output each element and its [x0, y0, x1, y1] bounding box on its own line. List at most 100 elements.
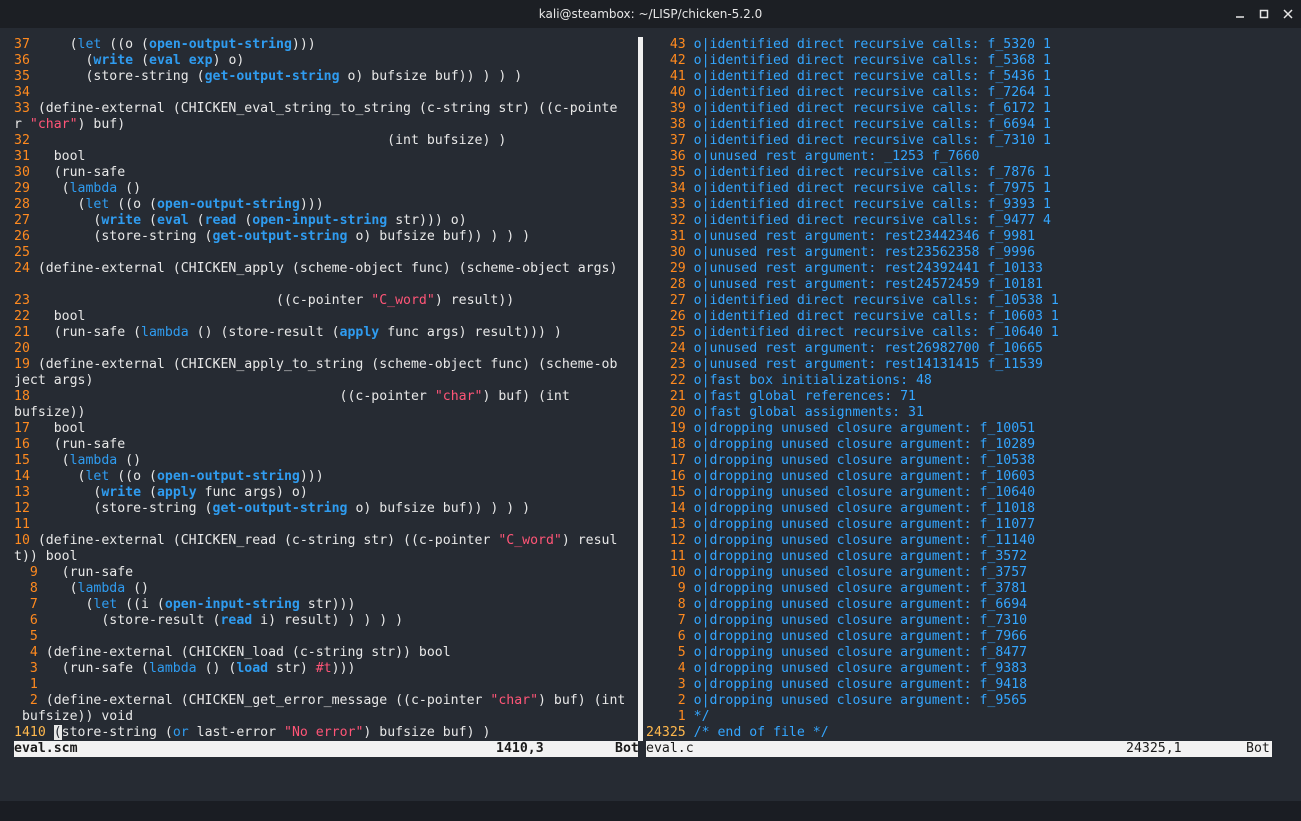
code-line: 20 o|fast global assignments: 31	[646, 405, 1272, 421]
line-number: 5	[646, 645, 686, 660]
title-bar[interactable]: kali@steambox: ~/LISP/chicken-5.2.0	[0, 0, 1301, 28]
builtin-token: load	[236, 661, 269, 676]
keyword-token: let	[77, 37, 102, 52]
comment-text: o|unused rest argument: rest23562358 f_9…	[693, 245, 1036, 260]
comment-text: o|dropping unused closure argument: f_73…	[693, 613, 1028, 628]
line-number: 2	[14, 693, 38, 708]
vertical-split-divider[interactable]	[638, 37, 643, 741]
line-number: 33	[646, 197, 686, 212]
code-text: (define-external (CHICKEN_get_error_mess…	[37, 693, 491, 708]
line-number: 24	[14, 261, 30, 276]
code-text: ject args)	[14, 373, 94, 388]
code-text: func args) result))) )	[379, 325, 562, 340]
line-number: 19	[646, 421, 686, 436]
code-line: 6 (store-result (read i) result) ) ) ) )	[14, 613, 638, 629]
line-number: 32	[14, 133, 30, 148]
vim-terminal[interactable]: 37 (let ((o (open-output-string))) 36 (wr…	[14, 37, 1272, 761]
editor-pane-eval-c[interactable]: 43 o|identified direct recursive calls: …	[646, 37, 1272, 741]
code-line: 35 (store-string (get-output-string o) b…	[14, 69, 638, 85]
code-text: bool	[29, 309, 86, 324]
code-text: ) result))	[434, 293, 515, 308]
code-line: 14 (let ((o (open-output-string)))	[14, 469, 638, 485]
comment-text: o|fast box initializations: 48	[693, 373, 932, 388]
line-number: 16	[14, 437, 30, 452]
code-line: 15 o|dropping unused closure argument: f…	[646, 485, 1272, 501]
code-text: ((i (	[117, 597, 165, 612]
code-line: 24 (define-external (CHICKEN_apply (sche…	[14, 261, 638, 277]
code-line: bufsize))	[14, 405, 638, 421]
builtin-token: open-output-string	[156, 197, 300, 212]
comment-text: o|fast global assignments: 31	[693, 405, 924, 420]
code-text: ) buf) (int	[538, 693, 626, 708]
line-number: 36	[646, 149, 686, 164]
line-number: 8	[14, 581, 38, 596]
builtin-token: apply	[156, 485, 197, 500]
code-line: 17 bool	[14, 421, 638, 437]
code-line: 14 o|dropping unused closure argument: f…	[646, 501, 1272, 517]
code-text: (run-safe (	[37, 661, 149, 676]
code-line: 38 o|identified direct recursive calls: …	[646, 117, 1272, 133]
line-number: 3	[14, 661, 38, 676]
code-text: (run-safe (	[29, 325, 142, 340]
code-text: )))	[299, 469, 324, 484]
keyword-token: lambda	[77, 581, 126, 596]
line-number: 22	[14, 309, 30, 324]
comment-text: o|identified direct recursive calls: f_5…	[693, 37, 1051, 52]
builtin-token: exp	[188, 53, 213, 68]
code-line: 7 (let ((i (open-input-string str)))	[14, 597, 638, 613]
code-line: 13 (write (apply func args) o)	[14, 485, 638, 501]
line-number: 16	[646, 469, 686, 484]
status-filename: eval.scm	[14, 741, 78, 756]
comment-text: o|unused rest argument: rest26982700 f_1…	[693, 341, 1043, 356]
code-line: 12 (store-string (get-output-string o) b…	[14, 501, 638, 517]
builtin-token: open-input-string	[252, 213, 388, 228]
maximize-icon[interactable]	[1253, 3, 1275, 25]
code-text: (	[29, 37, 78, 52]
line-number: 17	[14, 421, 30, 436]
comment-text: o|dropping unused closure argument: f_10…	[693, 421, 1036, 436]
line-number: 29	[14, 181, 30, 196]
editor-pane-eval-scm[interactable]: 37 (let ((o (open-output-string))) 36 (wr…	[14, 37, 638, 741]
keyword-token: let	[93, 597, 118, 612]
comment-text: o|identified direct recursive calls: f_7…	[693, 165, 1051, 180]
code-text: bool	[29, 421, 86, 436]
line-number: 31	[646, 229, 686, 244]
code-line: 34 o|identified direct recursive calls: …	[646, 181, 1272, 197]
builtin-token: open-output-string	[156, 469, 300, 484]
code-text: ()	[117, 181, 142, 196]
code-line: 29 (lambda ()	[14, 181, 638, 197]
comment-text: /* end of file */	[693, 725, 829, 740]
comment-text: o|dropping unused closure argument: f_94…	[693, 677, 1028, 692]
line-number: 40	[646, 85, 686, 100]
code-line: 42 o|identified direct recursive calls: …	[646, 53, 1272, 69]
line-number: 14	[14, 469, 30, 484]
builtin-token: eval	[149, 53, 181, 68]
code-text: ()	[125, 581, 149, 596]
line-number: 42	[646, 53, 686, 68]
comment-text: o|dropping unused closure argument: f_84…	[693, 645, 1028, 660]
code-line: 15 (lambda ()	[14, 453, 638, 469]
code-line: 24325 /* end of file */	[646, 725, 1272, 741]
code-line: 33 o|identified direct recursive calls: …	[646, 197, 1272, 213]
code-line: ject args)	[14, 373, 638, 389]
code-text: o) bufsize buf)) ) ) )	[339, 69, 523, 84]
code-line: 2 o|dropping unused closure argument: f_…	[646, 693, 1272, 709]
line-number: 20	[646, 405, 686, 420]
minimize-icon[interactable]	[1229, 3, 1251, 25]
code-line: 1	[14, 677, 638, 693]
close-icon[interactable]	[1277, 3, 1299, 25]
code-line: 27 (write (eval (read (open-input-string…	[14, 213, 638, 229]
code-line: 1 */	[646, 709, 1272, 725]
